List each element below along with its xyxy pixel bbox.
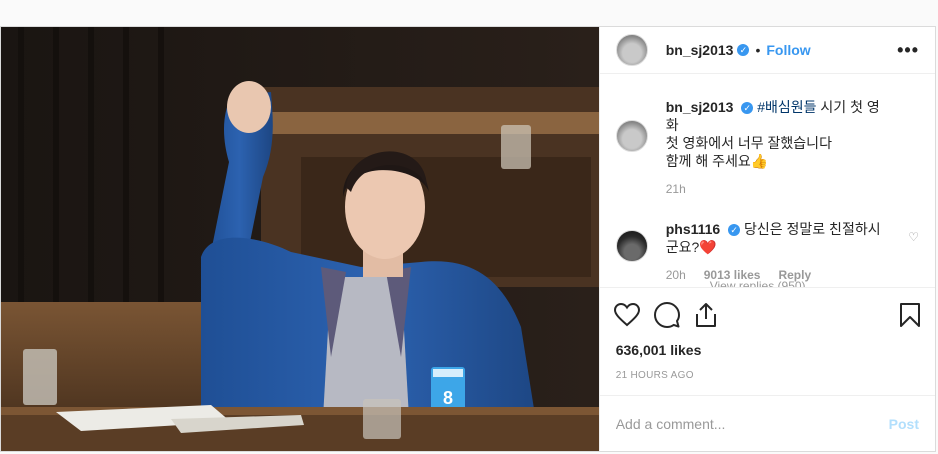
caption: bn_sj2013 ✓ #배심원들 시기 첫 영화 첫 영화에서 너무 잘했습니…: [615, 98, 919, 198]
comment-item: phs1116 ✓ 당신은 정말로 친절하시군요?❤️ 20h 9013 lik…: [615, 220, 919, 284]
caption-hashtag[interactable]: #배심원들: [757, 99, 816, 115]
verified-badge-icon: ✓: [728, 224, 741, 237]
post-card: 8 bn_sj2013 ✓ • Follow ••• bn_sj2013 ✓ #…: [0, 26, 936, 452]
commenter-username[interactable]: phs1116: [666, 221, 721, 237]
comments-list[interactable]: bn_sj2013 ✓ #배심원들 시기 첫 영화 첫 영화에서 너무 잘했습니…: [600, 74, 935, 287]
likes-count[interactable]: 636,001 likes: [600, 342, 935, 358]
post-comment-button[interactable]: Post: [889, 416, 919, 432]
view-replies-link[interactable]: View replies (950): [710, 279, 806, 287]
caption-username[interactable]: bn_sj2013: [666, 99, 734, 115]
verified-badge-icon: ✓: [737, 44, 750, 56]
post-timestamp[interactable]: 21 HOURS AGO: [600, 358, 935, 395]
caption-time[interactable]: 21h: [666, 180, 686, 198]
verified-badge-icon: ✓: [741, 102, 754, 115]
comment-time[interactable]: 20h: [666, 266, 686, 284]
caption-meta: 21h: [666, 180, 891, 198]
post-photo[interactable]: 8: [1, 27, 599, 451]
add-comment-bar: Post: [599, 395, 935, 451]
post-side-panel: bn_sj2013 ✓ • Follow ••• bn_sj2013 ✓ #배심…: [598, 27, 935, 451]
juror-badge-number: 8: [443, 388, 453, 408]
comment-input[interactable]: [615, 415, 889, 432]
caption-line-2: 첫 영화에서 너무 잘했습니다: [665, 135, 832, 151]
author-username[interactable]: bn_sj2013: [666, 42, 734, 58]
bookmark-icon[interactable]: [899, 302, 921, 328]
caption-line-3: 함께 해 주세요👍: [665, 153, 769, 169]
photo-illustration: 8: [1, 27, 599, 451]
more-options-icon[interactable]: •••: [897, 40, 919, 61]
action-bar: [599, 287, 935, 342]
commenter-avatar[interactable]: [615, 230, 648, 262]
author-avatar[interactable]: [615, 34, 648, 66]
share-icon[interactable]: [694, 302, 718, 328]
header-separator: •: [755, 42, 761, 58]
comment-like-heart-icon[interactable]: ♡: [908, 230, 919, 244]
post-header: bn_sj2013 ✓ • Follow •••: [599, 27, 935, 74]
follow-button[interactable]: Follow: [766, 42, 810, 58]
comment-icon[interactable]: [653, 302, 680, 328]
heart-icon[interactable]: [613, 303, 640, 327]
caption-avatar[interactable]: [615, 120, 648, 152]
